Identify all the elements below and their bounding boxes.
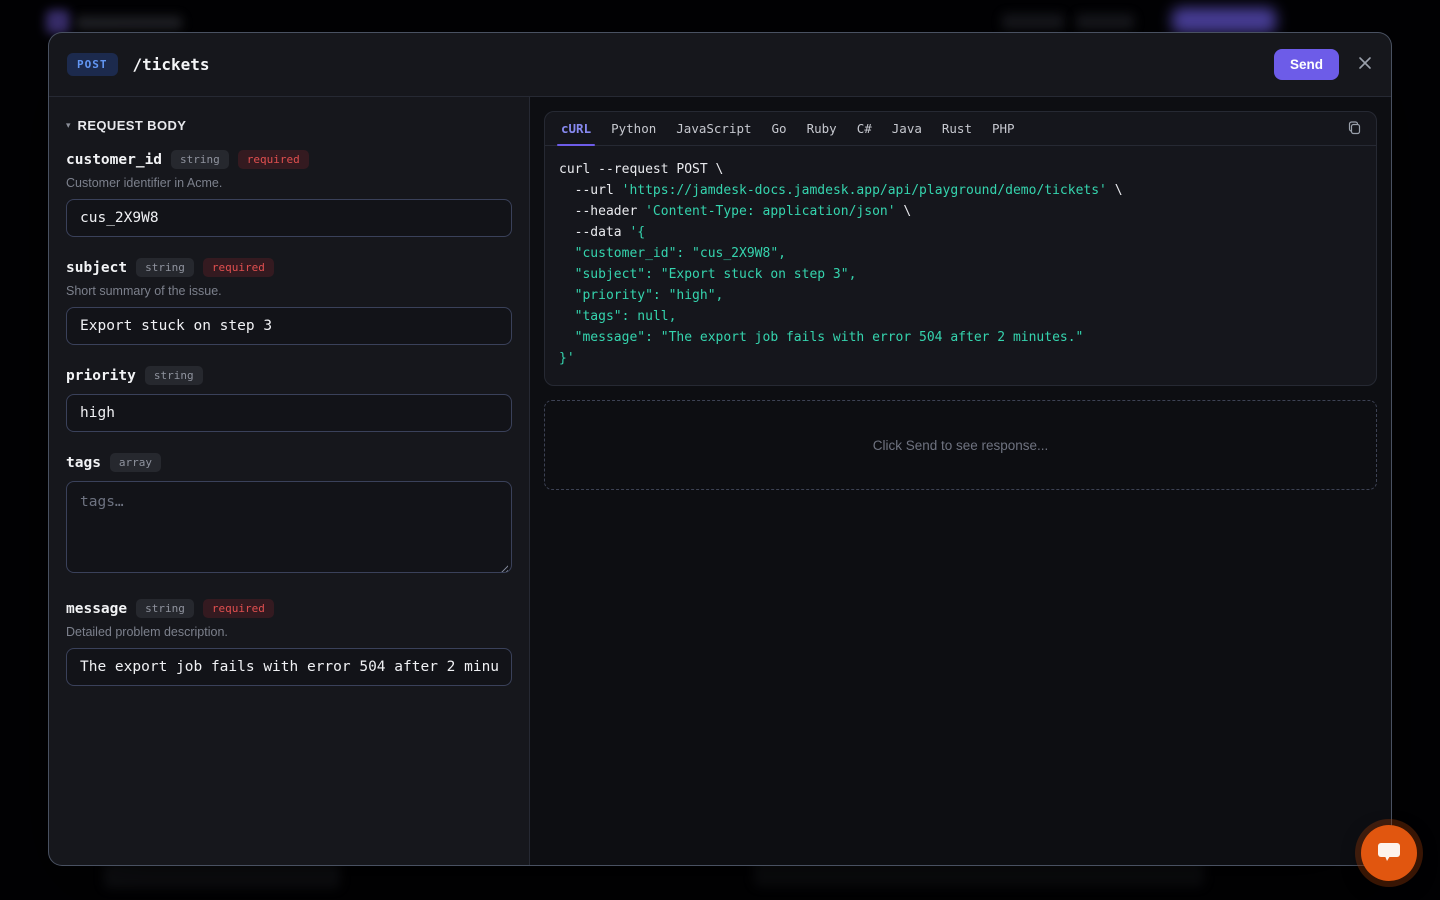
language-tabs: cURLPythonJavaScriptGoRubyC#JavaRustPHP [551,112,1025,145]
close-button[interactable] [1357,55,1373,74]
tab-python[interactable]: Python [601,112,666,145]
message-field[interactable] [66,648,512,686]
field-subject: subject string required Short summary of th… [66,258,512,345]
tab-curl[interactable]: cURL [551,112,601,145]
copy-code-button[interactable] [1339,112,1370,145]
field-description: Detailed problem description. [66,625,512,639]
send-button[interactable]: Send [1274,49,1339,80]
code-line: "tags": null, [559,306,1362,327]
type-badge: string [145,366,203,385]
field-customer_id: customer_id string required Customer identi… [66,150,512,237]
field-description: Customer identifier in Acme. [66,176,512,190]
code-line: "subject": "Export stuck on step 3", [559,264,1362,285]
field-control [66,199,512,237]
backdrop-nav-item [1002,14,1064,30]
code-line: "customer_id": "cus_2X9W8", [559,243,1362,264]
field-label-row: tags array [66,453,512,472]
code-line: }' [559,348,1362,369]
code-line: --header 'Content-Type: application/json… [559,201,1362,222]
tab-javascript[interactable]: JavaScript [666,112,761,145]
code-line: --data '{ [559,222,1362,243]
backdrop-logo-text [76,16,182,30]
request-body-fields: customer_idstringrequiredCustomer identi… [66,150,512,686]
field-control [66,394,512,432]
code-panel: cURLPythonJavaScriptGoRubyC#JavaRustPHP … [530,97,1391,865]
field-label-row: customer_id string required [66,150,512,169]
backdrop-nav-item [1076,14,1134,30]
request-body-section-header[interactable]: ▾ REQUEST BODY [66,118,512,133]
field-control [66,307,512,345]
field-name-label: subject [66,260,127,276]
close-icon [1357,55,1373,74]
chevron-down-icon: ▾ [66,120,71,131]
tab-c[interactable]: C# [847,112,882,145]
field-name-label: priority [66,368,136,384]
chat-widget-button[interactable] [1361,825,1417,881]
endpoint-path: /tickets [133,55,210,74]
code-line: --url 'https://jamdesk-docs.jamdesk.app/… [559,180,1362,201]
modal-header: POST /tickets Send [49,33,1391,97]
modal-body: ▾ REQUEST BODY customer_idstringrequired… [49,97,1391,865]
response-placeholder-box: Click Send to see response... [544,400,1377,490]
required-badge: required [203,258,274,277]
backdrop-logo [46,10,70,34]
required-badge: required [238,150,309,169]
type-badge: array [110,453,161,472]
request-body-panel: ▾ REQUEST BODY customer_idstringrequired… [49,97,530,865]
field-description: Short summary of the issue. [66,284,512,298]
http-method-badge: POST [67,53,118,76]
field-label-row: subject string required [66,258,512,277]
code-line: "priority": "high", [559,285,1362,306]
tab-go[interactable]: Go [762,112,797,145]
tab-java[interactable]: Java [882,112,932,145]
code-line: curl --request POST \ [559,159,1362,180]
code-card: cURLPythonJavaScriptGoRubyC#JavaRustPHP … [544,111,1377,386]
code-block: curl --request POST \ --url 'https://jam… [545,146,1376,385]
field-priority: priority string [66,366,512,432]
response-placeholder-text: Click Send to see response... [873,438,1049,453]
customer_id-field[interactable] [66,199,512,237]
type-badge: string [171,150,229,169]
tab-ruby[interactable]: Ruby [797,112,847,145]
priority-field[interactable] [66,394,512,432]
field-name-label: tags [66,455,101,471]
subject-field[interactable] [66,307,512,345]
field-control [66,481,512,578]
tab-bar-spacer [1025,112,1339,145]
field-tags: tags array [66,453,512,578]
copy-icon [1347,120,1362,138]
tags-field[interactable] [66,481,512,573]
backdrop-cta-button [1172,8,1276,34]
api-playground-modal: POST /tickets Send ▾ REQUEST BODY custom… [48,32,1392,866]
chat-bubble-icon [1376,840,1402,867]
field-label-row: priority string [66,366,512,385]
field-message: message string required Detailed problem de… [66,599,512,686]
field-name-label: customer_id [66,152,162,168]
field-label-row: message string required [66,599,512,618]
tab-rust[interactable]: Rust [932,112,982,145]
language-tab-bar: cURLPythonJavaScriptGoRubyC#JavaRustPHP [545,112,1376,146]
code-line: "message": "The export job fails with er… [559,327,1362,348]
section-title: REQUEST BODY [78,118,187,133]
field-name-label: message [66,601,127,617]
required-badge: required [203,599,274,618]
type-badge: string [136,258,194,277]
tab-php[interactable]: PHP [982,112,1025,145]
field-control [66,648,512,686]
type-badge: string [136,599,194,618]
